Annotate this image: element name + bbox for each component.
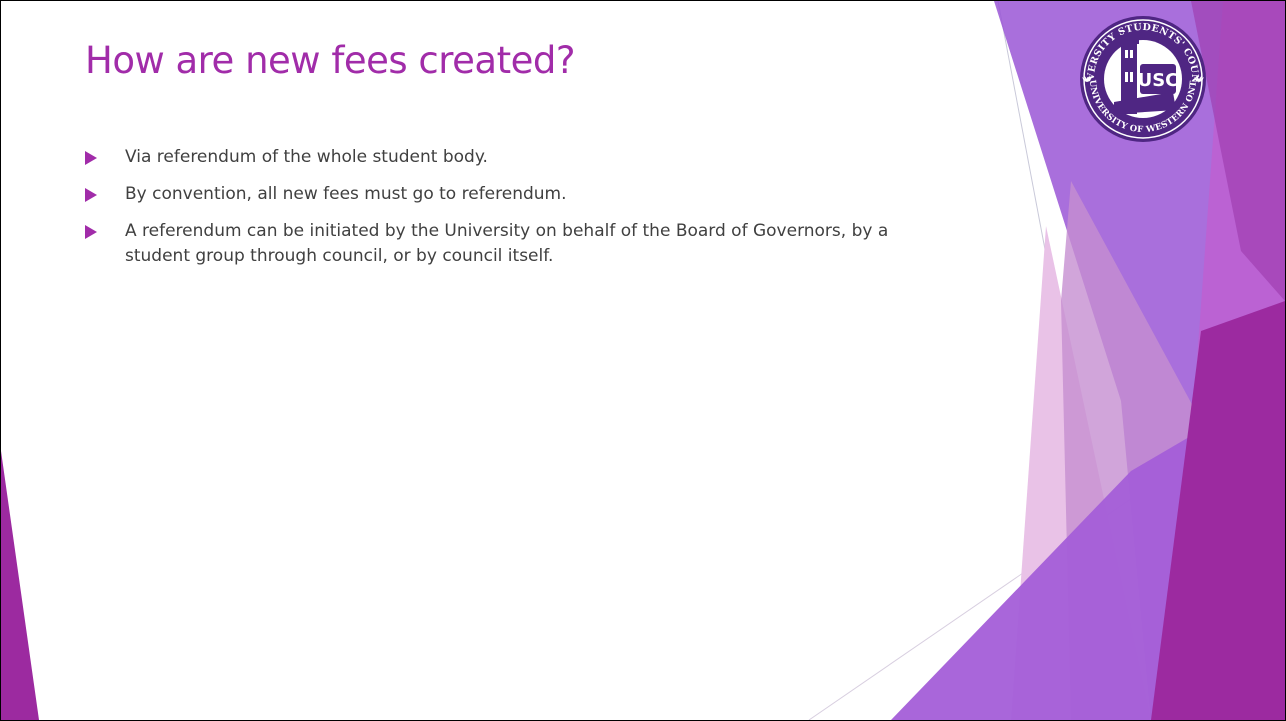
slide: How are new fees created? Via referendum… [1,1,1285,720]
bullet-item: By convention, all new fees must go to r… [85,182,915,207]
left-edge-accent [1,451,39,720]
usc-seal-logo: UNIVERSITY STUDENTS' COUNCIL THE UNIVERS… [1078,14,1206,142]
bullet-list: Via referendum of the whole student body… [85,145,915,281]
bullet-text: A referendum can be initiated by the Uni… [125,221,889,266]
bullet-text: By convention, all new fees must go to r… [125,184,567,204]
bullet-arrow-icon [85,225,97,239]
slide-title: How are new fees created? [85,39,575,82]
bullet-item: Via referendum of the whole student body… [85,145,915,170]
bullet-arrow-icon [85,188,97,202]
bullet-text: Via referendum of the whole student body… [125,147,488,167]
seal-monogram: USC [1138,70,1179,91]
bullet-arrow-icon [85,151,97,165]
bullet-item: A referendum can be initiated by the Uni… [85,219,915,269]
